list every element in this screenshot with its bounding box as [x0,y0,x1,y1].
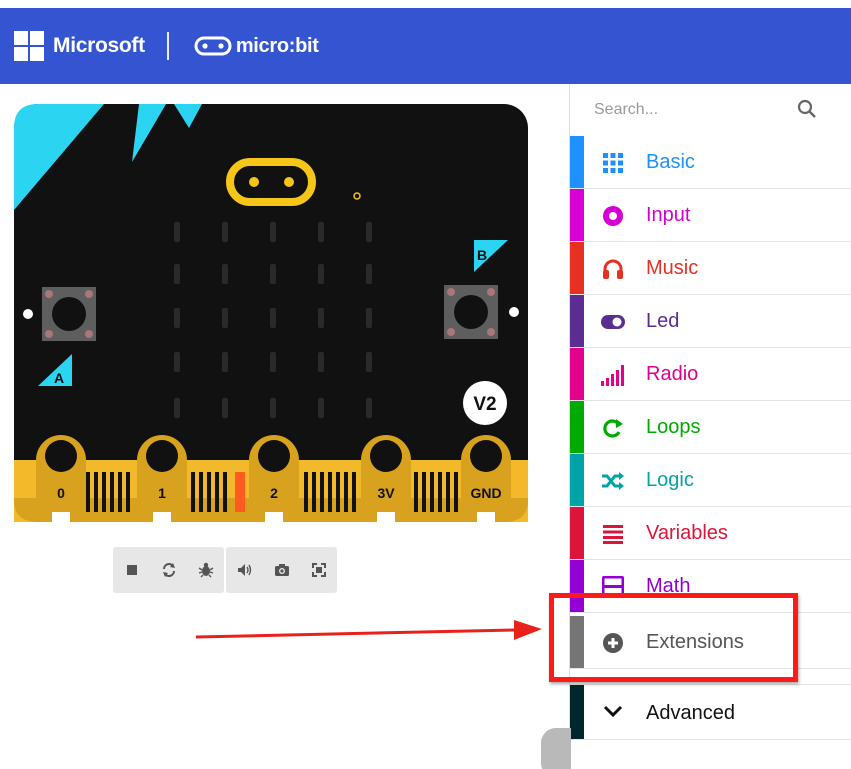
category-label: Input [646,204,691,226]
pin-label: 0 [57,485,65,501]
brand-bar: Microsoft micro:bit [14,31,319,61]
fullscreen-icon [311,563,326,577]
screenshot-button[interactable] [263,547,300,593]
pin-label: 3V [377,485,395,501]
microbit-logo-icon [194,36,232,56]
category-color-bar [570,136,584,188]
button-a-label: A [54,370,64,386]
category-color-bar [570,401,584,453]
toolbox: Basic Input Music Led [569,84,851,769]
pin-label: GND [470,485,501,501]
category-loops[interactable]: Loops [570,401,851,454]
category-label: Logic [646,469,694,491]
chevron-down-icon [600,699,626,725]
restart-button[interactable] [150,547,187,593]
category-label: Advanced [646,702,735,724]
pin-2[interactable] [249,435,299,522]
simulator-toolbar [113,547,425,593]
category-input[interactable]: Input [570,189,851,242]
pin-label: 2 [270,485,278,501]
category-label: Loops [646,416,701,438]
category-led[interactable]: Led [570,295,851,348]
microbit-board: A B V2 0 1 2 3V GND [14,104,528,522]
pin-gnd[interactable] [461,435,511,522]
category-extensions[interactable]: Extensions [570,616,851,669]
pin-3v[interactable] [361,435,411,522]
signal-bars-icon [600,362,626,388]
stop-button[interactable] [113,547,150,593]
pin-label: 1 [158,485,166,501]
category-variables[interactable]: Variables [570,507,851,560]
speaker-icon [237,564,251,576]
category-math[interactable]: Math [570,560,851,613]
category-color-bar [570,616,584,668]
microsoft-logo-icon[interactable] [14,31,44,61]
pin-0[interactable] [36,435,86,522]
category-label: Music [646,257,699,279]
list-lines-icon [600,521,626,547]
category-music[interactable]: Music [570,242,851,295]
headphones-icon [600,256,626,282]
category-label: Led [646,310,680,332]
annotation-arrow [196,620,542,640]
camera-icon [274,564,289,576]
hole-right-icon [509,307,519,317]
category-label: Radio [646,363,699,385]
category-advanced[interactable]: Advanced [570,684,851,740]
button-b[interactable] [444,285,498,339]
shuffle-icon [600,468,626,494]
v2-badge-text: V2 [473,394,496,415]
toggle-icon [600,309,626,335]
top-header: Microsoft micro:bit [0,8,851,84]
toolbox-search [570,84,851,136]
category-color-bar [570,242,584,294]
debug-button[interactable] [187,547,224,593]
category-logic[interactable]: Logic [570,454,851,507]
plus-circle-icon [600,630,626,656]
category-color-bar [570,685,584,739]
mute-button[interactable] [226,547,263,593]
bug-icon [198,562,213,578]
microbit-logo[interactable]: micro:bit [193,35,319,58]
category-basic[interactable]: Basic [570,136,851,189]
category-label: Variables [646,522,728,544]
grid-icon [600,150,626,176]
restart-icon [162,563,175,577]
stop-icon [126,565,137,575]
microsoft-brand-text[interactable]: Microsoft [53,34,145,58]
calculator-icon [600,574,626,600]
microbit-brand-text: micro:bit [235,34,319,57]
category-label: Extensions [646,631,744,653]
category-color-bar [570,295,584,347]
category-color-bar [570,560,584,612]
category-label: Math [646,575,691,597]
category-radio[interactable]: Radio [570,348,851,401]
fullscreen-button[interactable] [300,547,337,593]
sim-controls-group [113,547,224,593]
search-input[interactable] [594,97,794,123]
circle-dot-icon [600,203,626,229]
search-icon[interactable] [796,98,818,120]
category-color-bar [570,189,584,241]
microbit-simulator[interactable]: A B V2 0 1 2 3V GND [14,104,528,522]
category-color-bar [570,454,584,506]
pin-1[interactable] [137,435,187,522]
loop-arrow-icon [600,415,626,441]
category-label: Basic [646,151,695,173]
button-a[interactable] [42,287,96,341]
category-color-bar [570,507,584,559]
hole-left-icon [23,309,33,319]
workspace-scroll-handle[interactable] [541,728,571,769]
header-divider [166,32,169,60]
button-b-label: B [477,247,487,263]
sim-media-group [226,547,337,593]
category-color-bar [570,348,584,400]
